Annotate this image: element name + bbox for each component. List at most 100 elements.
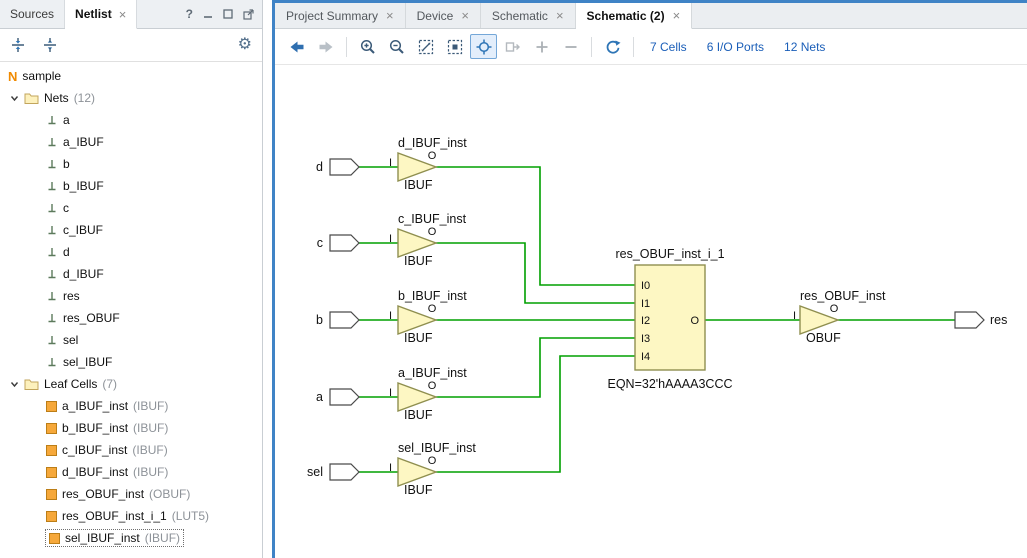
tree-item-label: b_IBUF — [63, 179, 104, 193]
port-shape[interactable] — [330, 235, 359, 251]
tree-root-sample[interactable]: N sample — [0, 65, 262, 87]
chevron-down-icon[interactable] — [10, 94, 19, 103]
pin-label-i: I — [793, 310, 796, 322]
port-shape[interactable] — [955, 312, 984, 328]
port-shape[interactable] — [330, 312, 359, 328]
chevron-down-icon[interactable] — [10, 380, 19, 389]
nets-count-link[interactable]: 12 Nets — [784, 40, 825, 54]
regenerate-icon — [604, 38, 622, 56]
tree-item-label: res_OBUF_inst_i_1 — [62, 509, 167, 523]
settings-gear-icon[interactable]: ⚙ — [238, 37, 252, 53]
expand-all-icon[interactable] — [42, 37, 58, 53]
port-res[interactable]: res — [955, 312, 1007, 328]
tree-group-label: Leaf Cells — [44, 377, 97, 391]
tab-sources[interactable]: Sources — [0, 0, 65, 28]
tree-item-cell[interactable]: res_OBUF_inst_i_1(LUT5) — [0, 505, 262, 527]
close-icon[interactable]: × — [386, 9, 394, 22]
port-b[interactable]: b — [316, 312, 359, 328]
forward-button[interactable] — [312, 34, 339, 59]
tree-item-net[interactable]: d — [0, 241, 262, 263]
cell-c-ibuf-inst[interactable]: c_IBUF_inst I O IBUF — [389, 212, 467, 268]
zoom-selection-button[interactable] — [441, 34, 468, 59]
tree-item-cell-focused[interactable]: sel_IBUF_inst (IBUF) — [0, 527, 262, 549]
expand-level-button[interactable] — [528, 34, 555, 59]
tree-item-label: c — [63, 201, 69, 215]
port-c[interactable]: c — [317, 235, 359, 251]
tree-item-cell[interactable]: b_IBUF_inst(IBUF) — [0, 417, 262, 439]
pin-label-i: I — [389, 157, 392, 169]
tab-label: Device — [417, 9, 454, 23]
net-d-ibuf[interactable] — [436, 167, 635, 285]
schematic-canvas[interactable]: d c b a sel d_IBUF_inst — [275, 65, 1027, 558]
tab-project-summary[interactable]: Project Summary × — [275, 3, 406, 28]
back-button[interactable] — [283, 34, 310, 59]
tab-schematic-2[interactable]: Schematic (2) × — [576, 3, 693, 29]
tree-group-leaf-cells[interactable]: Leaf Cells (7) — [0, 373, 262, 395]
maximize-icon[interactable] — [243, 9, 254, 20]
cell-sel-ibuf-inst[interactable]: sel_IBUF_inst I O IBUF — [389, 441, 476, 497]
zoom-out-button[interactable] — [383, 34, 410, 59]
zoom-in-button[interactable] — [354, 34, 381, 59]
cells-count-link[interactable]: 7 Cells — [650, 40, 687, 54]
autofit-selection-toggle[interactable] — [470, 34, 497, 59]
help-icon[interactable]: ? — [186, 7, 193, 21]
cell-d-ibuf-inst[interactable]: d_IBUF_inst I O IBUF — [389, 136, 467, 192]
tree-item-net[interactable]: res — [0, 285, 262, 307]
close-icon[interactable]: × — [119, 8, 127, 21]
tab-device[interactable]: Device × — [406, 3, 481, 28]
cell-a-ibuf-inst[interactable]: a_IBUF_inst I O IBUF — [389, 366, 467, 422]
minus-icon — [562, 38, 580, 56]
port-shape[interactable] — [330, 464, 359, 480]
tree-item-net[interactable]: b — [0, 153, 262, 175]
pin-label-o: O — [428, 226, 437, 238]
close-icon[interactable]: × — [556, 9, 564, 22]
close-icon[interactable]: × — [673, 9, 681, 22]
io-ports-count-link[interactable]: 6 I/O Ports — [707, 40, 764, 54]
tree-item-net[interactable]: c — [0, 197, 262, 219]
target-icon — [475, 38, 493, 56]
tree-item-label: a — [63, 113, 70, 127]
tree-group-nets[interactable]: Nets (12) — [0, 87, 262, 109]
pin-label-i2: I2 — [641, 315, 650, 327]
zoom-fit-button[interactable] — [412, 34, 439, 59]
expand-cone-button[interactable] — [499, 34, 526, 59]
tree-item-cell[interactable]: d_IBUF_inst(IBUF) — [0, 461, 262, 483]
tree-item-net[interactable]: sel_IBUF — [0, 351, 262, 373]
port-shape[interactable] — [330, 389, 359, 405]
tree-item-net[interactable]: res_OBUF — [0, 307, 262, 329]
schematic-panel: Project Summary × Device × Schematic × S… — [272, 0, 1027, 558]
close-icon[interactable]: × — [461, 9, 469, 22]
net-icon — [46, 202, 58, 214]
cell-icon — [46, 423, 57, 434]
cell-res-obuf-inst[interactable]: res_OBUF_inst I O OBUF — [793, 289, 886, 345]
tab-schematic[interactable]: Schematic × — [481, 3, 576, 28]
tree-item-net[interactable]: c_IBUF — [0, 219, 262, 241]
net-icon — [46, 334, 58, 346]
port-a[interactable]: a — [316, 389, 359, 405]
pin-label-i: I — [389, 310, 392, 322]
tab-netlist[interactable]: Netlist × — [65, 0, 137, 29]
pin-label-i: I — [389, 462, 392, 474]
tree-item-net[interactable]: a_IBUF — [0, 131, 262, 153]
float-icon[interactable] — [223, 9, 233, 19]
cell-type-label: IBUF — [404, 178, 433, 192]
pin-label-o: O — [428, 380, 437, 392]
regenerate-button[interactable] — [599, 34, 626, 59]
port-sel[interactable]: sel — [307, 464, 359, 480]
tree-item-label: sample — [22, 69, 61, 83]
tree-item-cell[interactable]: c_IBUF_inst(IBUF) — [0, 439, 262, 461]
cell-res-obuf-inst-i-1[interactable]: res_OBUF_inst_i_1 I0 I1 I2 I3 I4 O EQN=3… — [607, 247, 732, 391]
tree-item-net[interactable]: sel — [0, 329, 262, 351]
port-d[interactable]: d — [316, 159, 359, 175]
tree-item-cell[interactable]: a_IBUF_inst(IBUF) — [0, 395, 262, 417]
tree-item-cell[interactable]: res_OBUF_inst(OBUF) — [0, 483, 262, 505]
tree-item-net[interactable]: d_IBUF — [0, 263, 262, 285]
minimize-icon[interactable] — [203, 9, 213, 19]
collapse-all-icon[interactable] — [10, 37, 26, 53]
port-shape[interactable] — [330, 159, 359, 175]
collapse-level-button[interactable] — [557, 34, 584, 59]
cell-b-ibuf-inst[interactable]: b_IBUF_inst I O IBUF — [389, 289, 467, 345]
tree-item-net[interactable]: a — [0, 109, 262, 131]
tree-item-net[interactable]: b_IBUF — [0, 175, 262, 197]
pin-label-i3: I3 — [641, 333, 650, 345]
